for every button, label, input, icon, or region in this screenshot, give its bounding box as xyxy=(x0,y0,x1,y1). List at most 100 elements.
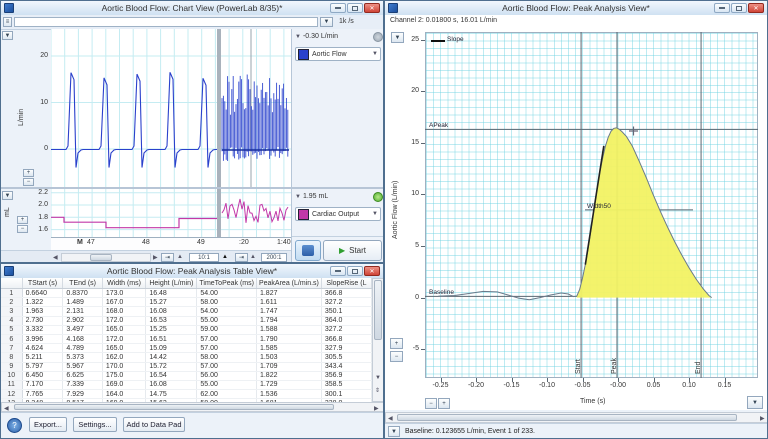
table-scroll-left-icon[interactable]: ◀ xyxy=(4,405,9,412)
table-vscrollbar[interactable]: ▼ ⇕ xyxy=(372,278,384,402)
channel2-selector[interactable]: Cardiac Output ▼ xyxy=(295,207,381,221)
table-row[interactable]: 106.4506.625175.016.5456.001.822356.9 xyxy=(1,371,372,380)
cell: 366.8 xyxy=(321,334,371,343)
table-scroll-right-icon[interactable]: ▶ xyxy=(374,405,379,412)
compress-right-decrease[interactable]: ▲ xyxy=(250,254,256,260)
cell: 14.42 xyxy=(146,353,197,362)
table-maximize-button[interactable] xyxy=(347,266,363,276)
channel1-value-row[interactable]: ▼ -0.30 L/min xyxy=(295,33,338,40)
peak-close-button[interactable]: ✕ xyxy=(748,3,764,13)
table-row[interactable]: 63.9964.168172.016.5157.001.790366.8 xyxy=(1,334,372,343)
peak-window-titlebar[interactable]: Aortic Blood Flow: Peak Analysis View* ✕ xyxy=(385,1,767,16)
cell: 358.5 xyxy=(321,380,371,389)
cell: 162.0 xyxy=(102,353,146,362)
table-row[interactable]: 74.6244.789165.015.0957.001.585327.9 xyxy=(1,344,372,353)
peak-hscrollbar[interactable]: ◀ ▶ xyxy=(385,412,768,423)
scroll-left-arrow[interactable]: ◀ xyxy=(53,254,58,261)
cell: 164.0 xyxy=(102,390,146,399)
help-button[interactable]: ? xyxy=(7,418,22,433)
scroll-right-arrow[interactable]: ▶ xyxy=(153,254,158,261)
peak-scroll-right-icon[interactable]: ▶ xyxy=(760,415,765,422)
table-hscrollbar[interactable]: ◀ ▶ xyxy=(1,402,384,412)
tick-label: -0.05 xyxy=(573,382,593,389)
aortic-flow-plot[interactable] xyxy=(51,29,291,187)
column-header[interactable]: TimeToPeak (ms) xyxy=(197,278,257,289)
peak-maximize-button[interactable] xyxy=(731,3,747,13)
table-row[interactable]: 31.9632.131168.016.0854.001.747350.1 xyxy=(1,307,372,316)
column-header[interactable]: PeakArea (L/min.s) xyxy=(256,278,321,289)
peak-yzoom-in-button[interactable]: + xyxy=(390,338,403,349)
autoscroll-button[interactable] xyxy=(295,240,321,261)
close-button[interactable]: ✕ xyxy=(364,3,380,13)
table-close-button[interactable]: ✕ xyxy=(364,266,380,276)
channel2-zoom-in-button[interactable]: + xyxy=(17,216,28,224)
cell: 0.8370 xyxy=(63,289,102,298)
table-row[interactable]: 85.2115.373162.014.4258.001.503305.5 xyxy=(1,353,372,362)
table-row[interactable]: 21.3221.489167.015.2758.001.611327.2 xyxy=(1,298,372,307)
slope-legend-line xyxy=(431,40,445,42)
channel1-info-icon[interactable] xyxy=(373,32,383,42)
comment-dropdown-button[interactable]: ▼ xyxy=(320,17,333,27)
scroll-end-button-right[interactable]: ⇥ xyxy=(235,253,248,262)
start-button[interactable]: ▶ Start xyxy=(323,240,382,261)
cardiac-output-plot[interactable] xyxy=(51,189,291,237)
peak-analysis-table[interactable]: TStart (s)TEnd (s)Width (ms)Height (L/mi… xyxy=(1,278,372,402)
table-scroll-down-icon[interactable]: ▼ xyxy=(375,375,381,381)
column-header[interactable]: SlopeRise (L xyxy=(321,278,371,289)
channel2-info-icon[interactable] xyxy=(373,192,383,202)
settings-button[interactable]: Settings... xyxy=(73,417,117,432)
ratio-right-box[interactable]: 200:1 xyxy=(261,253,287,262)
cell: 54.00 xyxy=(197,307,257,316)
row-number: 6 xyxy=(1,334,22,343)
channel1-selector[interactable]: Aortic Flow ▼ xyxy=(295,47,381,61)
peak-scroll-left-icon[interactable]: ◀ xyxy=(388,415,393,422)
cell: 1.790 xyxy=(256,334,321,343)
peak-axis-dropdown-button[interactable]: ▼ xyxy=(747,396,763,409)
table-row[interactable]: 127.7657.929164.014.7562.001.536300.1 xyxy=(1,390,372,399)
table-row[interactable]: 117.1707.339169.016.0855.001.729358.5 xyxy=(1,380,372,389)
row-number: 2 xyxy=(1,298,22,307)
cell: 54.00 xyxy=(197,289,257,298)
scroll-end-button[interactable]: ⇥ xyxy=(161,253,174,262)
tick-label: 0 xyxy=(399,294,419,301)
status-dropdown-button[interactable]: ▼ xyxy=(388,426,400,437)
autoscroll-icon xyxy=(302,245,314,256)
table-row[interactable]: 10.66400.8370173.016.4854.001.827366.8 xyxy=(1,289,372,298)
column-header[interactable]: TStart (s) xyxy=(22,278,63,289)
table-row[interactable]: 42.7302.902172.016.5355.001.794364.0 xyxy=(1,316,372,325)
table-row[interactable]: 95.7975.967170.015.7257.001.709343.4 xyxy=(1,362,372,371)
table-minimize-button[interactable] xyxy=(330,266,346,276)
row-number: 12 xyxy=(1,390,22,399)
table-window-titlebar[interactable]: Aortic Blood Flow: Peak Analysis Table V… xyxy=(1,264,383,279)
maximize-button[interactable] xyxy=(347,3,363,13)
marker-button[interactable]: M xyxy=(77,239,83,246)
peak-xzoom-out-button[interactable]: − xyxy=(425,398,437,409)
compress-left-decrease[interactable]: ▲ xyxy=(177,254,183,260)
cell: 1.827 xyxy=(256,289,321,298)
add-to-data-pad-button[interactable]: Add to Data Pad xyxy=(123,417,185,432)
ratio-left-box[interactable]: 10:1 xyxy=(189,253,219,262)
channel2-zoom-out-button[interactable]: − xyxy=(17,225,28,233)
cell: 16.54 xyxy=(146,371,197,380)
channel1-zoom-in-button[interactable]: + xyxy=(23,169,34,177)
export-button[interactable]: Export... xyxy=(29,417,67,432)
chart-window-titlebar[interactable]: Aortic Blood Flow: Chart View (PowerLab … xyxy=(1,1,383,16)
peak-yzoom-out-button[interactable]: − xyxy=(390,351,403,362)
comment-icon-button[interactable]: ≡ xyxy=(3,17,12,27)
compress-left-increase[interactable]: ▲ xyxy=(222,254,228,260)
minimize-button[interactable] xyxy=(330,3,346,13)
table-scroll-grip-icon[interactable]: ⇕ xyxy=(375,387,380,394)
channel1-options-button[interactable]: ▼ xyxy=(2,31,13,40)
table-row[interactable]: 53.3323.497165.015.2559.001.588327.2 xyxy=(1,325,372,334)
peak-minimize-button[interactable] xyxy=(714,3,730,13)
comment-input[interactable] xyxy=(14,17,318,27)
column-header[interactable]: Width (ms) xyxy=(102,278,146,289)
channel2-options-button[interactable]: ▼ xyxy=(2,191,13,200)
channel2-value-row[interactable]: ▼ 1.95 mL xyxy=(295,193,328,200)
column-header[interactable]: Height (L/min) xyxy=(146,278,197,289)
column-header[interactable] xyxy=(1,278,22,289)
chart-app-icon xyxy=(4,3,14,13)
channel1-zoom-out-button[interactable]: − xyxy=(23,178,34,186)
column-header[interactable]: TEnd (s) xyxy=(63,278,102,289)
peak-xzoom-in-button[interactable]: + xyxy=(438,398,450,409)
